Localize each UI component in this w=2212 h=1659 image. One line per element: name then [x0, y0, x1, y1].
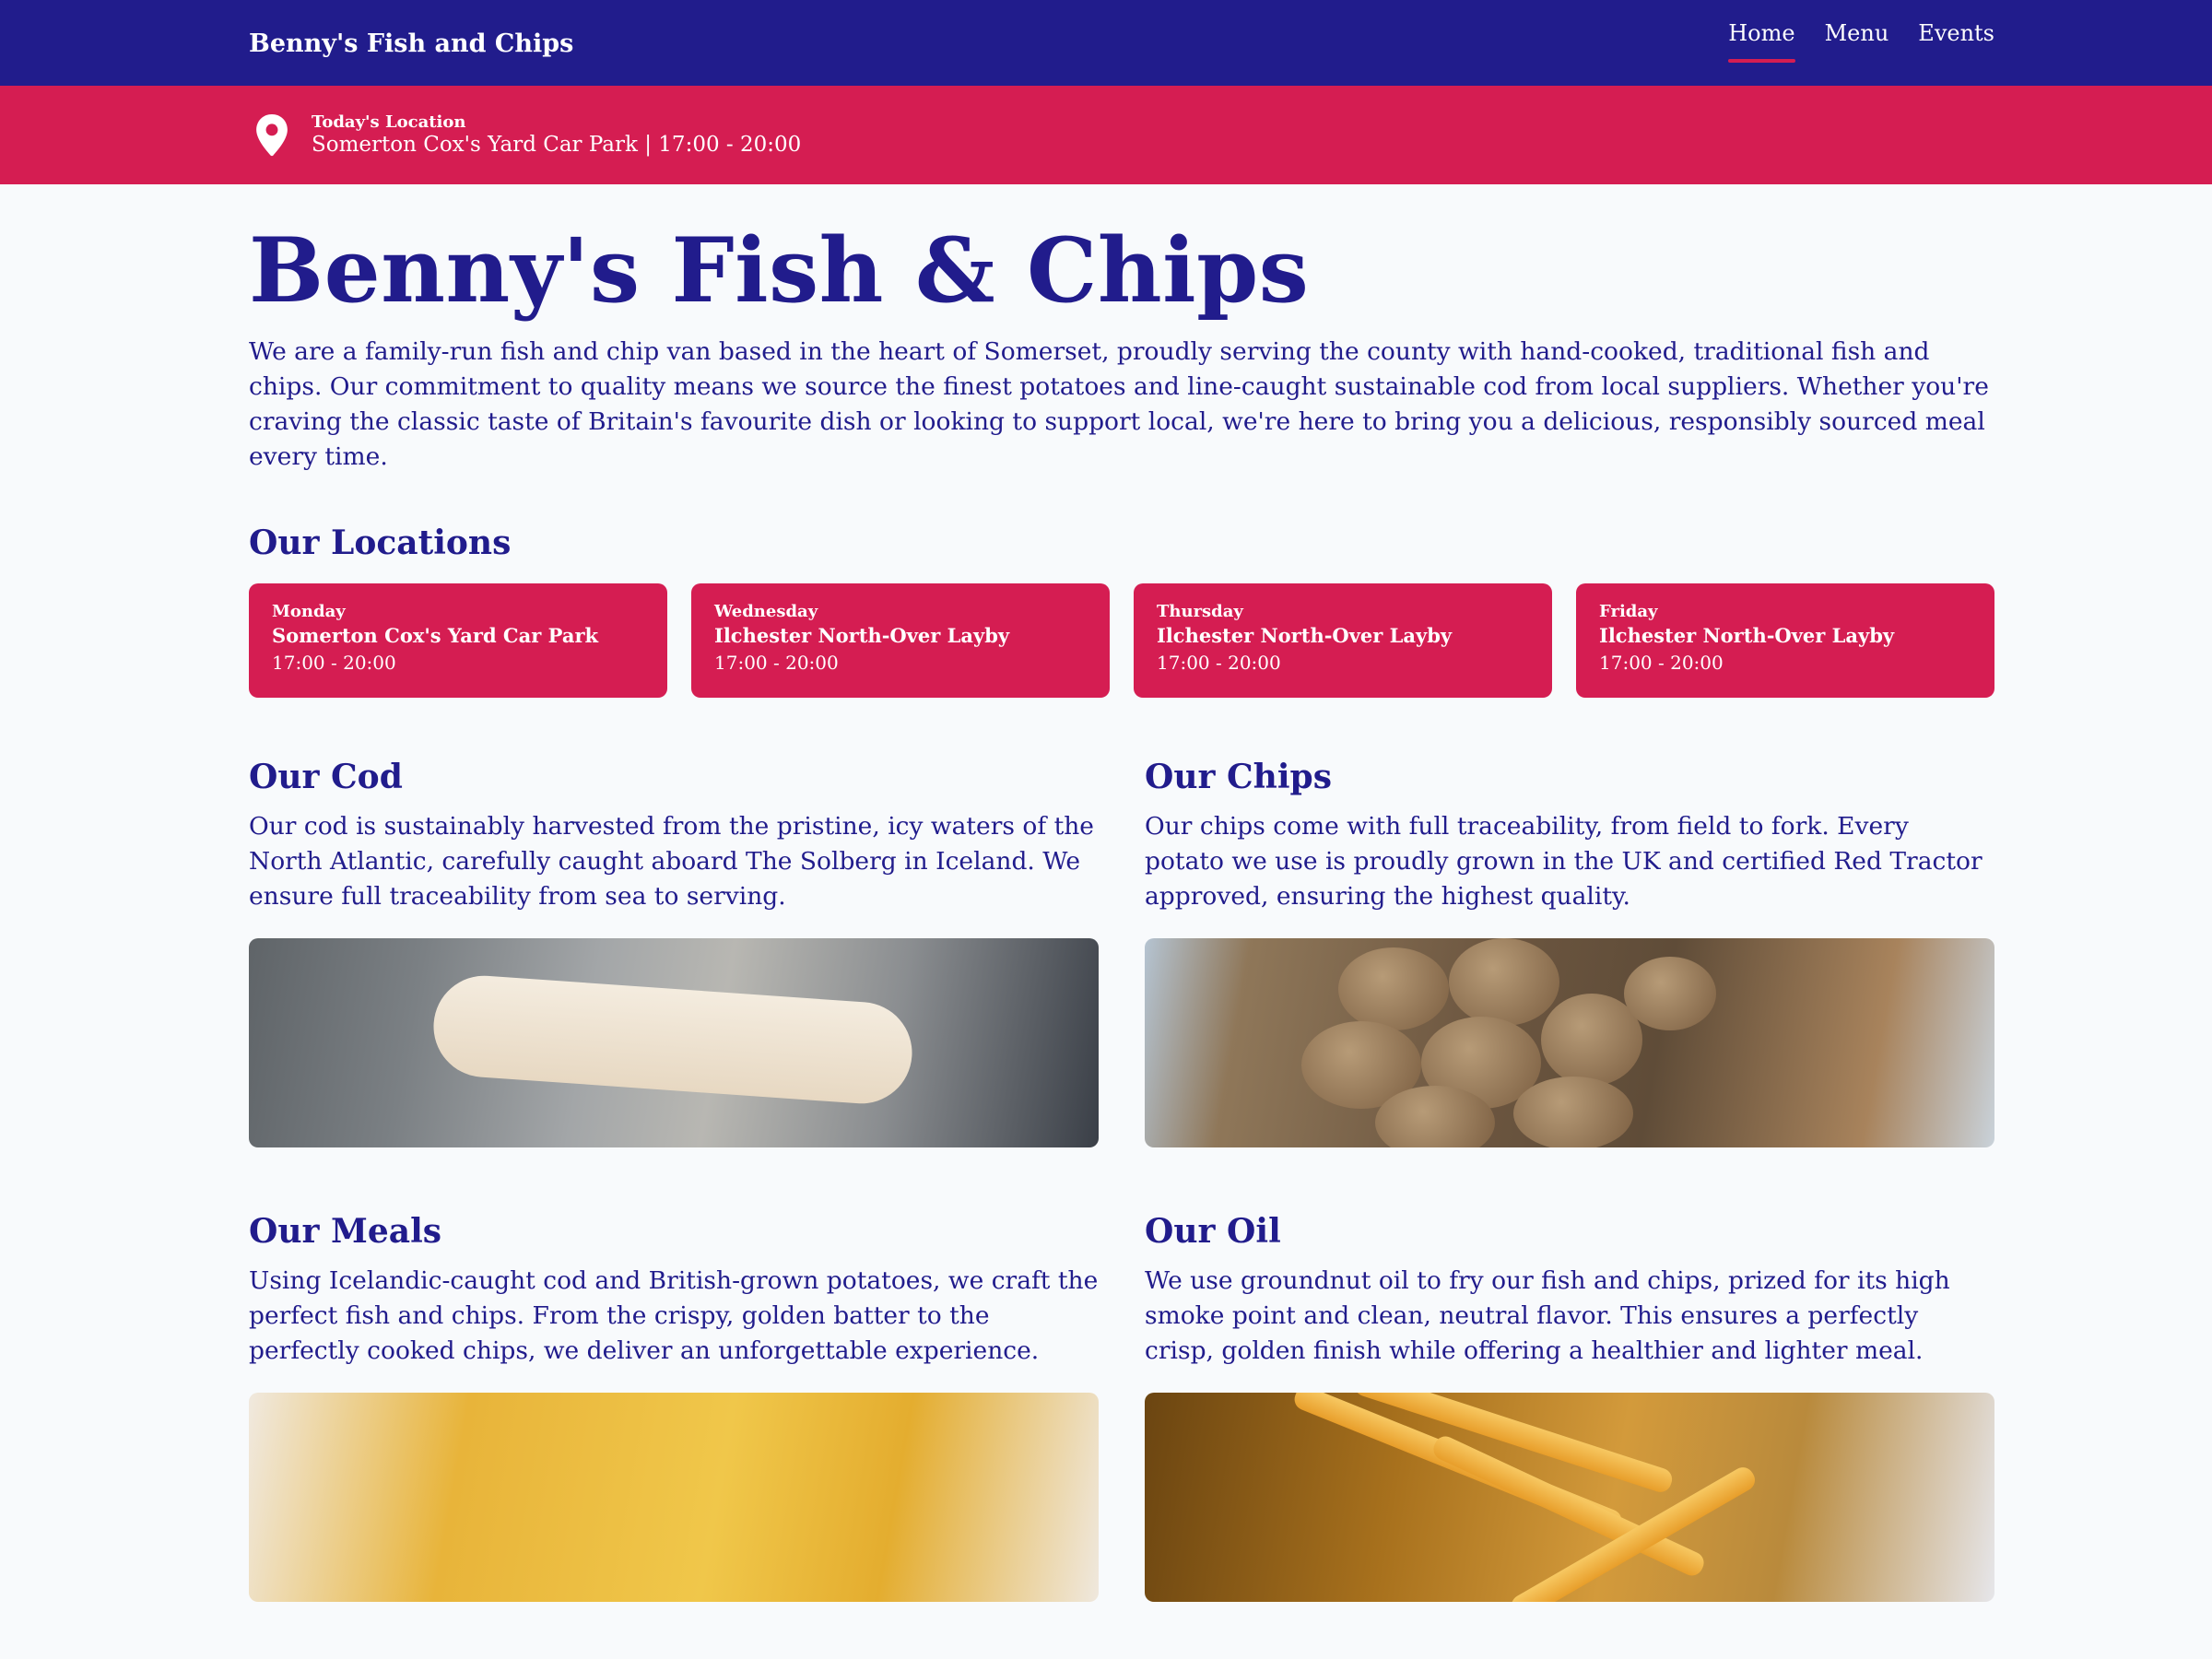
feature-text: Using Icelandic-caught cod and British-g… [249, 1265, 1099, 1365]
todays-location-value: Somerton Cox's Yard Car Park | 17:00 - 2… [312, 132, 802, 157]
feature-cod: Our Cod Our cod is sustainably harvested… [249, 760, 1099, 1215]
locations-section: Our Locations Monday Somerton Cox's Yard… [249, 526, 1994, 698]
fish-and-chips-meal-image [249, 1392, 1099, 1602]
map-pin-icon [256, 113, 288, 156]
feature-title: Our Cod [249, 757, 403, 796]
nav-home-link[interactable]: Home [1728, 22, 1795, 63]
cod-fillet-shape [429, 971, 916, 1107]
potato-shape [1449, 937, 1559, 1026]
location-day: Wednesday [714, 601, 818, 621]
main-content: Benny's Fish & Chips We are a family-run… [249, 218, 1994, 1659]
feature-title: Our Oil [1145, 1211, 1281, 1251]
todays-location-banner: Today's Location Somerton Cox's Yard Car… [0, 86, 2212, 184]
potato-shape [1338, 947, 1449, 1030]
location-card-monday: Monday Somerton Cox's Yard Car Park 17:0… [249, 582, 667, 698]
nav-menu-link[interactable]: Menu [1825, 22, 1889, 63]
location-place: Somerton Cox's Yard Car Park [272, 624, 599, 648]
location-day: Monday [272, 601, 346, 621]
feature-meals: Our Meals Using Icelandic-caught cod and… [249, 1215, 1099, 1659]
feature-text: We use groundnut oil to fry our fish and… [1145, 1265, 1950, 1365]
feature-oil: Our Oil We use groundnut oil to fry our … [1145, 1215, 1994, 1659]
feature-chips: Our Chips Our chips come with full trace… [1145, 760, 1994, 1215]
location-time: 17:00 - 20:00 [714, 651, 839, 674]
location-day: Thursday [1157, 601, 1243, 621]
potatoes-image [1145, 937, 1994, 1147]
location-time: 17:00 - 20:00 [272, 651, 396, 674]
location-card-friday: Friday Ilchester North-Over Layby 17:00 … [1576, 582, 1994, 698]
navbar: Benny's Fish and Chips Home Menu Events [0, 0, 2212, 86]
page-title: Benny's Fish & Chips [249, 218, 1310, 323]
nav-events-link[interactable]: Events [1918, 22, 1994, 63]
feature-title: Our Meals [249, 1211, 442, 1251]
todays-location-label: Today's Location [312, 112, 466, 132]
feature-text: Our cod is sustainably harvested from th… [249, 811, 1094, 911]
feature-text: Our chips come with full traceability, f… [1145, 811, 1983, 911]
location-cards: Monday Somerton Cox's Yard Car Park 17:0… [249, 582, 1994, 698]
location-place: Ilchester North-Over Layby [1157, 624, 1453, 648]
location-time: 17:00 - 20:00 [1157, 651, 1281, 674]
location-time: 17:00 - 20:00 [1599, 651, 1724, 674]
todays-location-text: Today's Location Somerton Cox's Yard Car… [312, 112, 801, 158]
cod-fillets-image [249, 937, 1099, 1147]
feature-title: Our Chips [1145, 757, 1332, 796]
brand-link[interactable]: Benny's Fish and Chips [249, 31, 573, 56]
location-card-thursday: Thursday Ilchester North-Over Layby 17:0… [1134, 582, 1552, 698]
location-day: Friday [1599, 601, 1658, 621]
intro-paragraph: We are a family-run fish and chip van ba… [249, 336, 1989, 471]
frying-chips-image [1145, 1392, 1994, 1602]
location-place: Ilchester North-Over Layby [1599, 624, 1895, 648]
potato-shape [1624, 956, 1716, 1030]
location-place: Ilchester North-Over Layby [714, 624, 1010, 648]
location-card-wednesday: Wednesday Ilchester North-Over Layby 17:… [691, 582, 1110, 698]
locations-heading: Our Locations [249, 523, 512, 562]
potato-shape [1513, 1076, 1633, 1147]
nav-links: Home Menu Events [1699, 22, 1994, 63]
features-grid: Our Cod Our cod is sustainably harvested… [249, 760, 1994, 1659]
